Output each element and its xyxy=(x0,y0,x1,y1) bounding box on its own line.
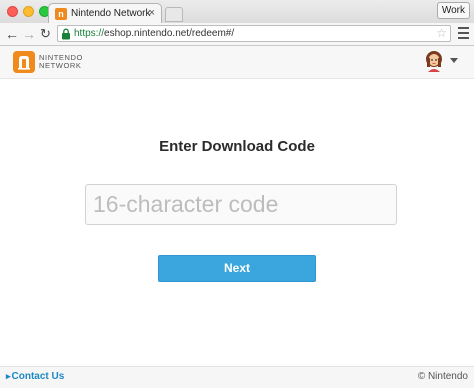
close-window-button[interactable] xyxy=(7,6,18,17)
forward-button[interactable]: → xyxy=(22,25,36,43)
contact-us-link[interactable]: ▸Contact Us xyxy=(6,371,64,382)
tab-title: Nintendo Network xyxy=(71,8,151,19)
nintendo-network-logo[interactable]: NINTENDO NETWORK xyxy=(13,51,85,73)
address-bar[interactable]: https://eshop.nintendo.net/redeem#/ ☆ xyxy=(57,25,451,42)
site-footer: ▸Contact Us © Nintendo xyxy=(0,366,474,388)
bookmark-star-icon[interactable]: ☆ xyxy=(436,26,447,40)
browser-titlebar: n Nintendo Network × Work xyxy=(0,0,474,24)
tab-close-icon[interactable]: × xyxy=(149,7,155,19)
profile-button[interactable]: Work xyxy=(436,2,470,19)
avatar[interactable] xyxy=(424,50,444,72)
site-header: NINTENDO NETWORK xyxy=(0,46,474,79)
browser-toolbar: ← → ↻ https://eshop.nintendo.net/redeem#… xyxy=(0,23,474,46)
lock-icon xyxy=(62,28,70,40)
reload-button[interactable]: ↻ xyxy=(40,25,51,43)
download-code-input[interactable] xyxy=(85,184,397,225)
page-title: Enter Download Code xyxy=(159,138,315,155)
url-scheme: https:// xyxy=(74,28,105,39)
url-path: eshop.nintendo.net/redeem#/ xyxy=(104,28,235,39)
copyright-text: © Nintendo xyxy=(417,371,468,382)
chevron-down-icon[interactable] xyxy=(450,58,458,63)
minimize-window-button[interactable] xyxy=(23,6,34,17)
url-text[interactable]: https://eshop.nintendo.net/redeem#/ xyxy=(74,28,234,39)
nintendo-network-logo-icon xyxy=(13,51,35,73)
nintendo-favicon-icon: n xyxy=(55,8,67,20)
logo-line-2: NETWORK xyxy=(39,61,82,70)
arrow-right-icon: ▸ xyxy=(6,371,11,381)
next-button[interactable]: Next xyxy=(158,255,316,282)
contact-us-label: Contact Us xyxy=(11,371,65,382)
browser-tab[interactable]: n Nintendo Network × xyxy=(48,3,162,24)
back-button[interactable]: ← xyxy=(5,25,19,43)
logo-text: NINTENDO NETWORK xyxy=(39,54,83,70)
menu-icon[interactable] xyxy=(458,27,469,42)
new-tab-button[interactable] xyxy=(165,7,183,22)
